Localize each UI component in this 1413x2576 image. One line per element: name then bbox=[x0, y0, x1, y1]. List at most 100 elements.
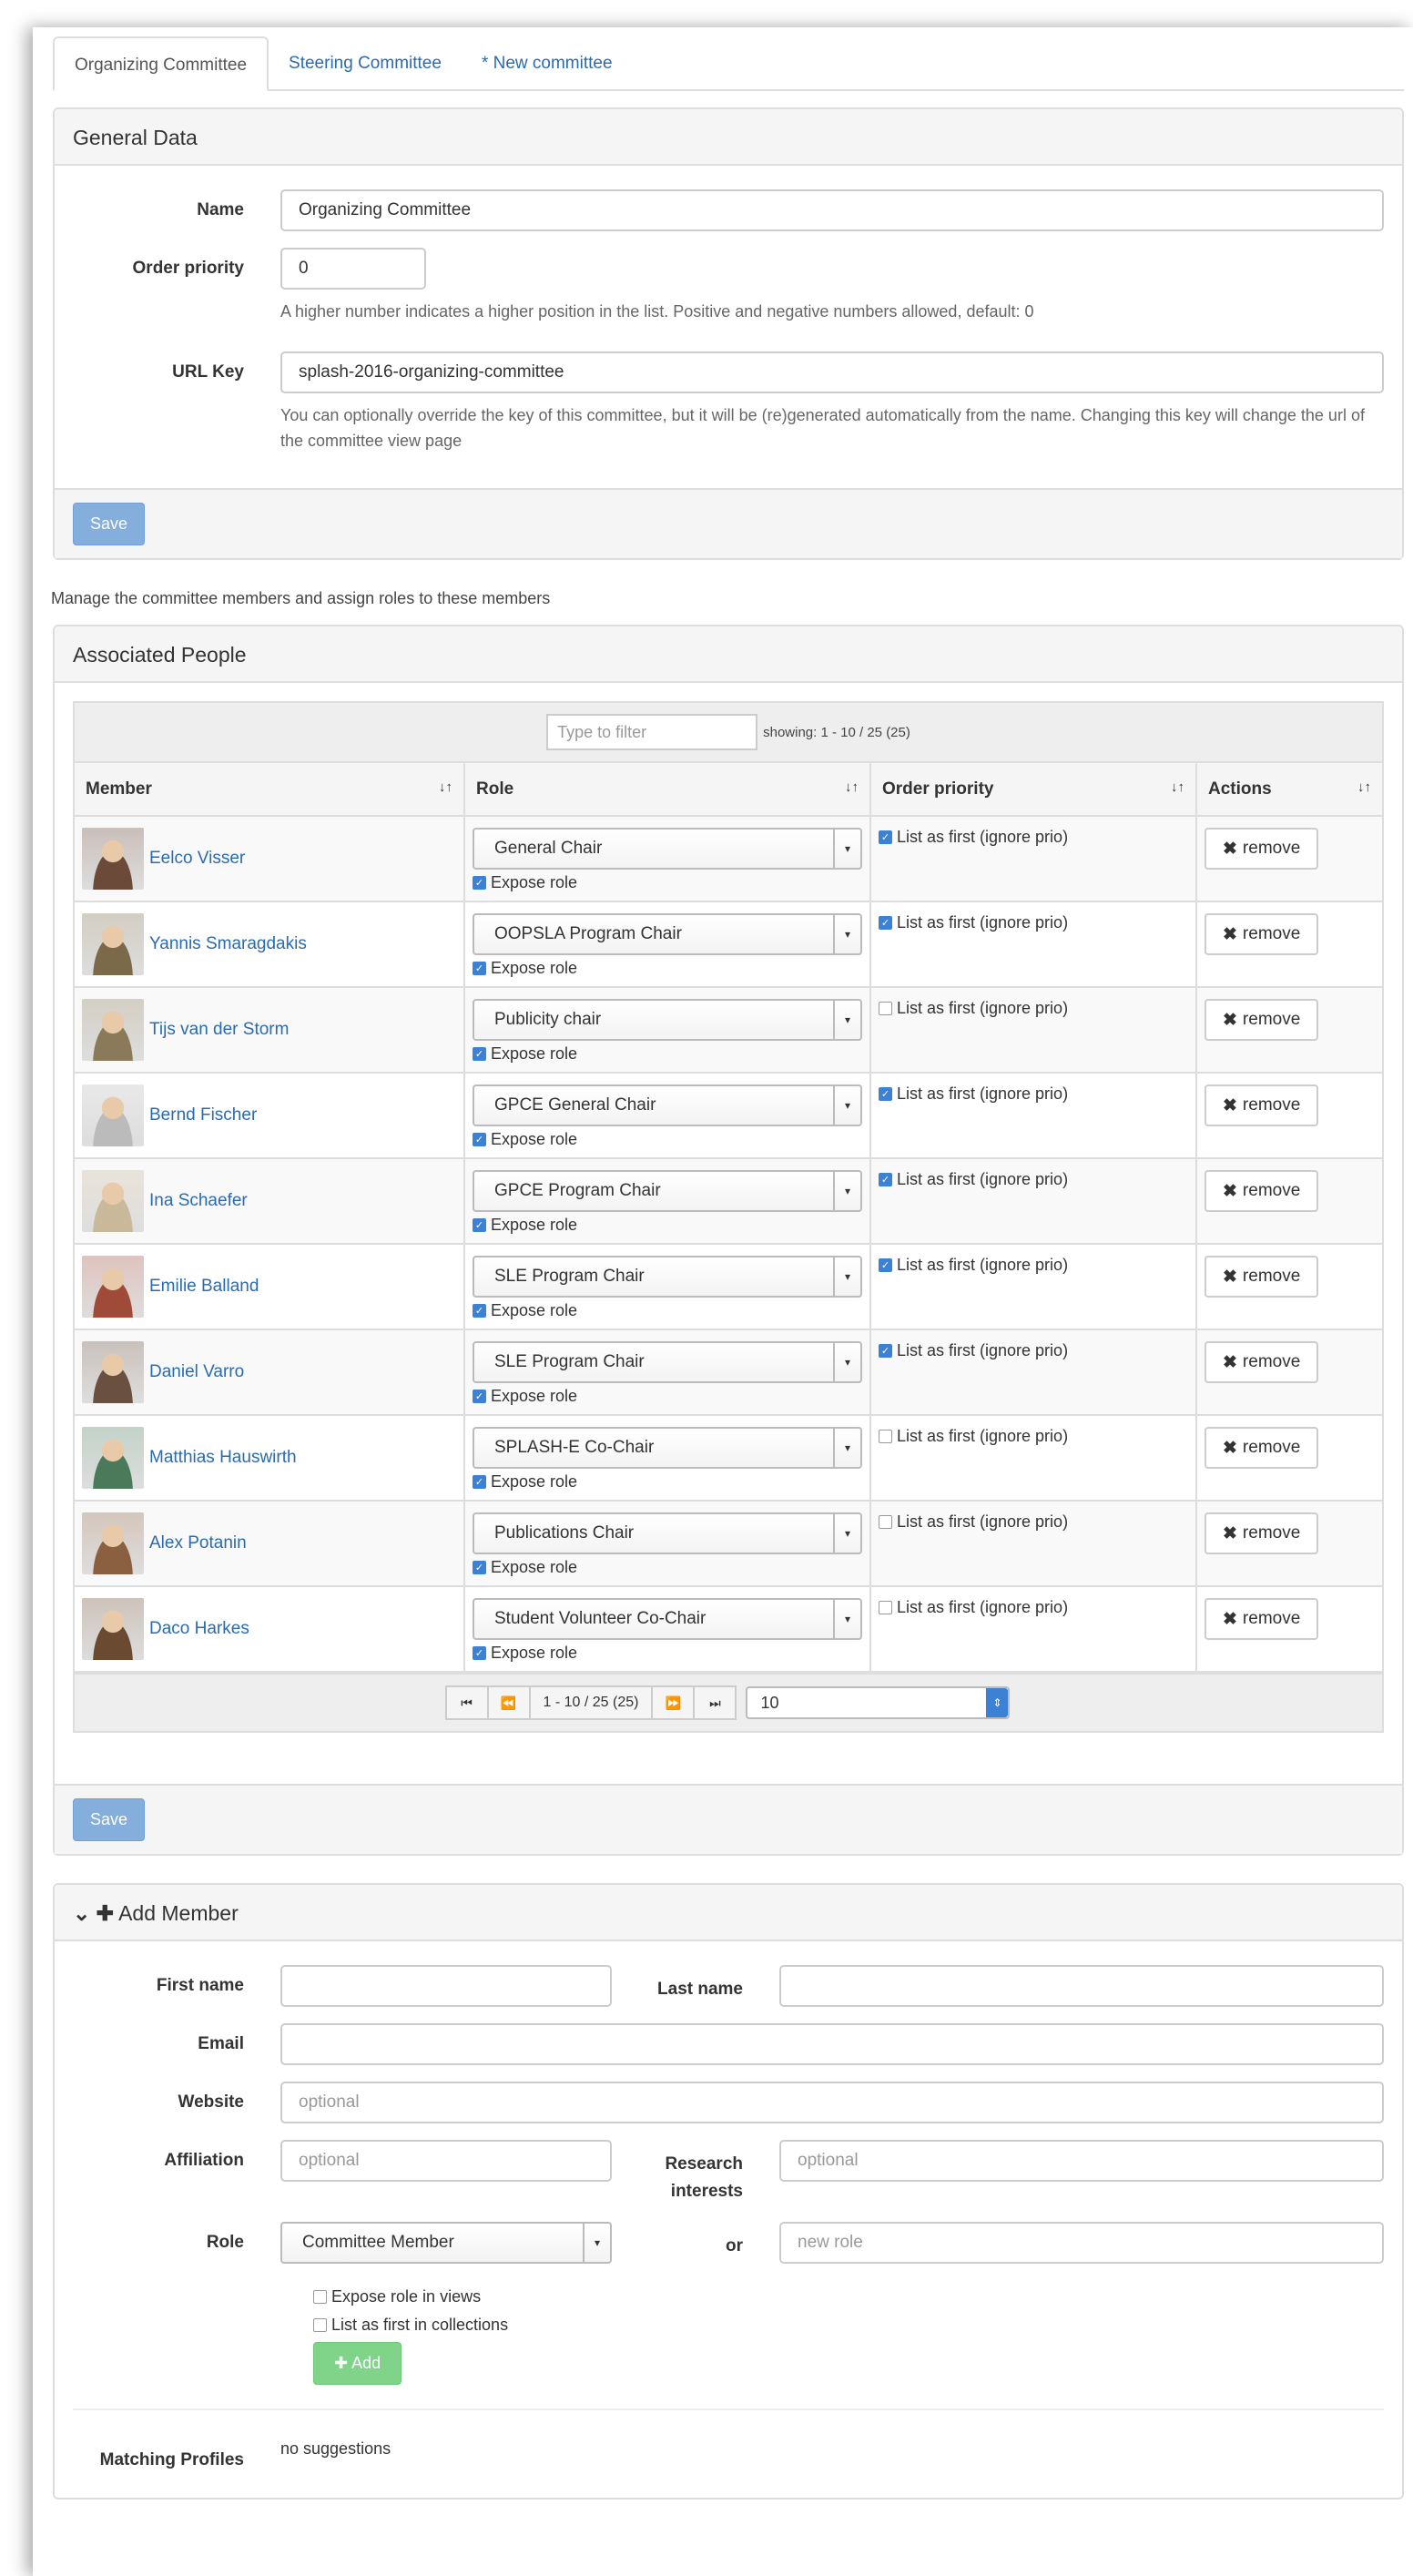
list-first-checkbox[interactable]: ✓ bbox=[879, 1258, 892, 1272]
remove-button[interactable]: ✖ remove bbox=[1205, 1084, 1319, 1126]
add-member-heading[interactable]: ⌄ ✚ Add Member bbox=[55, 1885, 1402, 1941]
first-name-input[interactable] bbox=[280, 1965, 612, 2007]
remove-button[interactable]: ✖ remove bbox=[1205, 999, 1319, 1041]
name-input[interactable]: Organizing Committee bbox=[280, 189, 1384, 231]
member-name-link[interactable]: Daco Harkes bbox=[149, 1619, 249, 1639]
role-select[interactable]: Student Volunteer Co-Chair ▾ bbox=[473, 1598, 862, 1640]
expose-role-label: Expose role bbox=[491, 1387, 578, 1405]
member-name-link[interactable]: Daniel Varro bbox=[149, 1362, 244, 1382]
expose-role-checkbox[interactable]: ✓ bbox=[473, 1646, 486, 1660]
add-member-button[interactable]: ✚ Add bbox=[313, 2342, 402, 2385]
list-first-label: List as first in collections bbox=[331, 2316, 509, 2334]
order-priority-input[interactable]: 0 bbox=[280, 248, 426, 290]
or-label: or bbox=[726, 2236, 743, 2255]
member-name-link[interactable]: Eelco Visser bbox=[149, 849, 245, 869]
member-name-link[interactable]: Bernd Fischer bbox=[149, 1105, 257, 1125]
role-select[interactable]: SLE Program Chair ▾ bbox=[473, 1341, 862, 1383]
list-first-label: List as first (ignore prio) bbox=[897, 913, 1069, 932]
role-select[interactable]: SPLASH-E Co-Chair ▾ bbox=[473, 1427, 862, 1469]
col-actions[interactable]: Actions ↓↑ bbox=[1196, 763, 1382, 817]
tab-organizing-committee[interactable]: Organizing Committee bbox=[53, 36, 269, 91]
member-name-link[interactable]: Emilie Balland bbox=[149, 1277, 259, 1297]
remove-button[interactable]: ✖ remove bbox=[1205, 1341, 1319, 1383]
expose-role-checkbox[interactable]: ✓ bbox=[473, 1304, 486, 1318]
remove-button[interactable]: ✖ remove bbox=[1205, 828, 1319, 870]
last-name-input[interactable] bbox=[779, 1965, 1384, 2007]
list-first-checkbox[interactable] bbox=[879, 1515, 892, 1529]
role-select[interactable]: Committee Member ▾ bbox=[280, 2222, 612, 2264]
list-first-checkbox[interactable] bbox=[879, 1601, 892, 1614]
role-select[interactable]: SLE Program Chair ▾ bbox=[473, 1256, 862, 1298]
tab-new-committee[interactable]: * New committee bbox=[462, 36, 633, 89]
priority-cell: ✓ List as first (ignore prio) bbox=[870, 816, 1197, 902]
save-people-button[interactable]: Save bbox=[73, 1798, 146, 1841]
list-first-checkbox[interactable]: ✓ bbox=[879, 1344, 892, 1358]
col-order-priority[interactable]: Order priority ↓↑ bbox=[870, 763, 1197, 817]
page-size-select[interactable]: 10 ⇕ bbox=[746, 1686, 1011, 1719]
avatar bbox=[82, 1598, 144, 1660]
col-member[interactable]: Member ↓↑ bbox=[75, 763, 465, 817]
expose-role-checkbox[interactable]: ✓ bbox=[473, 1047, 486, 1061]
expose-role-checkbox[interactable]: ✓ bbox=[473, 962, 486, 975]
expose-role-views-checkbox[interactable] bbox=[313, 2290, 327, 2304]
role-select[interactable]: GPCE General Chair ▾ bbox=[473, 1084, 862, 1126]
expose-role-checkbox[interactable]: ✓ bbox=[473, 1390, 486, 1403]
affiliation-input[interactable]: optional bbox=[280, 2140, 612, 2182]
no-suggestions-text: no suggestions bbox=[280, 2439, 391, 2458]
expose-role-checkbox[interactable]: ✓ bbox=[473, 1218, 486, 1232]
expose-role-checkbox[interactable]: ✓ bbox=[473, 1475, 486, 1489]
save-general-button[interactable]: Save bbox=[73, 503, 146, 545]
member-name-link[interactable]: Yannis Smaragdakis bbox=[149, 934, 307, 954]
role-label: Role bbox=[206, 2233, 244, 2252]
expose-role-checkbox[interactable]: ✓ bbox=[473, 1561, 486, 1574]
close-icon: ✖ bbox=[1223, 1352, 1237, 1372]
role-cell: Student Volunteer Co-Chair ▾ ✓ Expose role bbox=[464, 1586, 871, 1673]
next-page-icon[interactable]: ⏩ bbox=[651, 1685, 696, 1720]
remove-button[interactable]: ✖ remove bbox=[1205, 913, 1319, 955]
sort-icon: ↓↑ bbox=[439, 779, 452, 795]
remove-button[interactable]: ✖ remove bbox=[1205, 1598, 1319, 1640]
last-page-icon[interactable]: ⏭ bbox=[693, 1685, 737, 1720]
expose-role-checkbox[interactable]: ✓ bbox=[473, 876, 486, 890]
tab-steering-committee[interactable]: Steering Committee bbox=[269, 36, 462, 89]
list-first-checkbox[interactable]: ✓ bbox=[879, 1087, 892, 1101]
list-first-checkbox[interactable]: ✓ bbox=[879, 1173, 892, 1186]
url-key-input[interactable]: splash-2016-organizing-committee bbox=[280, 351, 1384, 393]
email-input[interactable] bbox=[280, 2023, 1384, 2065]
list-first-checkbox[interactable]: ✓ bbox=[879, 916, 892, 930]
remove-button[interactable]: ✖ remove bbox=[1205, 1512, 1319, 1554]
member-name-link[interactable]: Ina Schaefer bbox=[149, 1191, 248, 1211]
list-first-checkbox[interactable] bbox=[313, 2318, 327, 2332]
list-first-checkbox[interactable] bbox=[879, 1430, 892, 1443]
priority-cell: ✓ List as first (ignore prio) bbox=[870, 1244, 1197, 1330]
list-first-label: List as first (ignore prio) bbox=[897, 1256, 1069, 1274]
remove-button[interactable]: ✖ remove bbox=[1205, 1427, 1319, 1469]
member-name-link[interactable]: Tijs van der Storm bbox=[149, 1020, 289, 1040]
filter-input[interactable]: Type to filter bbox=[546, 714, 758, 750]
sort-icon: ↓↑ bbox=[1171, 779, 1184, 795]
remove-button[interactable]: ✖ remove bbox=[1205, 1170, 1319, 1212]
expose-role-label: Expose role bbox=[491, 1644, 578, 1662]
role-select[interactable]: Publications Chair ▾ bbox=[473, 1512, 862, 1554]
role-select[interactable]: Publicity chair ▾ bbox=[473, 999, 862, 1041]
avatar bbox=[82, 1512, 144, 1574]
priority-cell: ✓ List as first (ignore prio) bbox=[870, 1073, 1197, 1159]
member-name-link[interactable]: Matthias Hauswirth bbox=[149, 1448, 297, 1468]
role-select[interactable]: General Chair ▾ bbox=[473, 828, 862, 870]
role-select[interactable]: OOPSLA Program Chair ▾ bbox=[473, 913, 862, 955]
list-first-checkbox[interactable]: ✓ bbox=[879, 830, 892, 844]
research-interests-input[interactable]: optional bbox=[779, 2140, 1384, 2182]
member-name-link[interactable]: Alex Potanin bbox=[149, 1533, 247, 1553]
col-role[interactable]: Role ↓↑ bbox=[464, 763, 871, 817]
new-role-input[interactable]: new role bbox=[779, 2222, 1384, 2264]
prev-page-icon[interactable]: ⏪ bbox=[486, 1685, 531, 1720]
expose-role-checkbox[interactable]: ✓ bbox=[473, 1133, 486, 1146]
list-first-checkbox[interactable] bbox=[879, 1002, 892, 1015]
remove-button[interactable]: ✖ remove bbox=[1205, 1256, 1319, 1298]
role-select[interactable]: GPCE Program Chair ▾ bbox=[473, 1170, 862, 1212]
first-page-icon[interactable]: ⏮ bbox=[444, 1685, 489, 1720]
website-input[interactable]: optional bbox=[280, 2082, 1384, 2123]
pagination: ⏮ ⏪ 1 - 10 / 25 (25) ⏩ ⏭ 10 ⇕ bbox=[75, 1673, 1382, 1731]
actions-cell: ✖ remove bbox=[1196, 1586, 1382, 1673]
avatar bbox=[82, 1341, 144, 1403]
